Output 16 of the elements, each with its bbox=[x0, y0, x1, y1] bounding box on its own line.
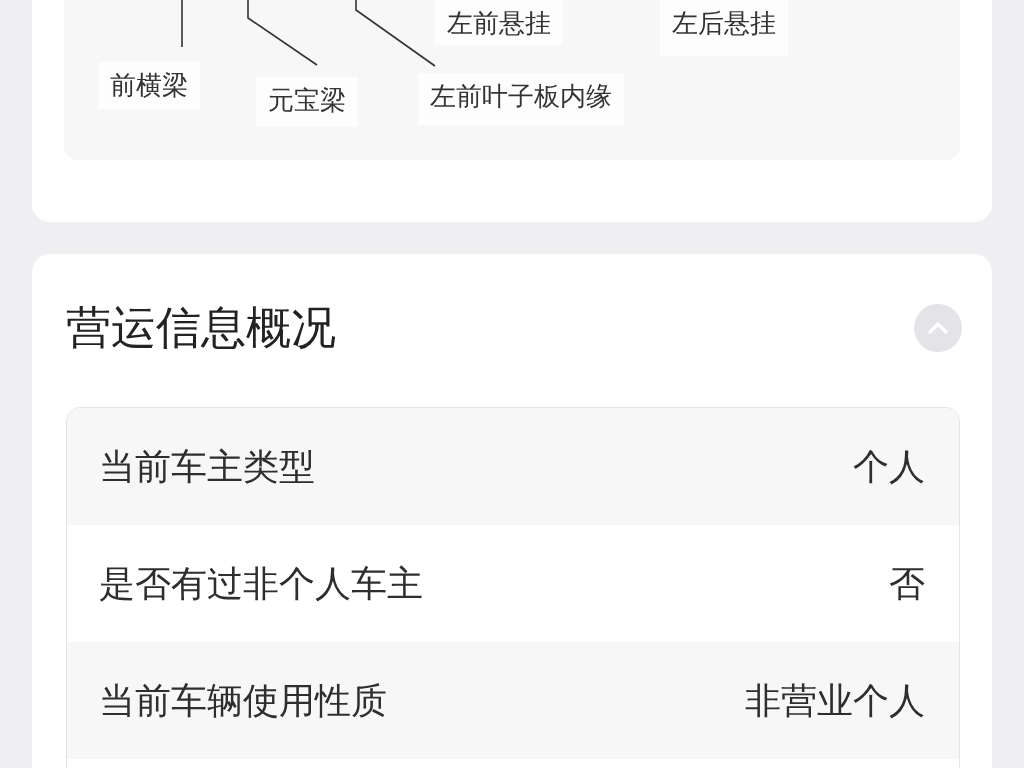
leader-line bbox=[247, 0, 318, 66]
row-label: 是否有过非个人车主 bbox=[99, 561, 423, 606]
row-value: 非营业个人 bbox=[745, 678, 925, 723]
part-label: 元宝梁 bbox=[256, 77, 358, 127]
chevron-up-icon bbox=[928, 322, 948, 334]
collapse-button[interactable] bbox=[914, 304, 962, 352]
section-title: 营运信息概况 bbox=[66, 302, 336, 354]
row-value: 否 bbox=[889, 561, 925, 606]
part-label: 左前悬挂 bbox=[435, 0, 563, 45]
row-label: 当前车主类型 bbox=[99, 444, 315, 489]
part-label: 前横梁 bbox=[98, 62, 200, 109]
part-label: 左前叶子板内缘 bbox=[418, 73, 624, 125]
part-label: 左后悬挂 bbox=[660, 0, 788, 56]
leader-line bbox=[181, 0, 183, 48]
row-label: 当前车辆使用性质 bbox=[99, 678, 387, 723]
row-value: 个人 bbox=[853, 444, 925, 489]
